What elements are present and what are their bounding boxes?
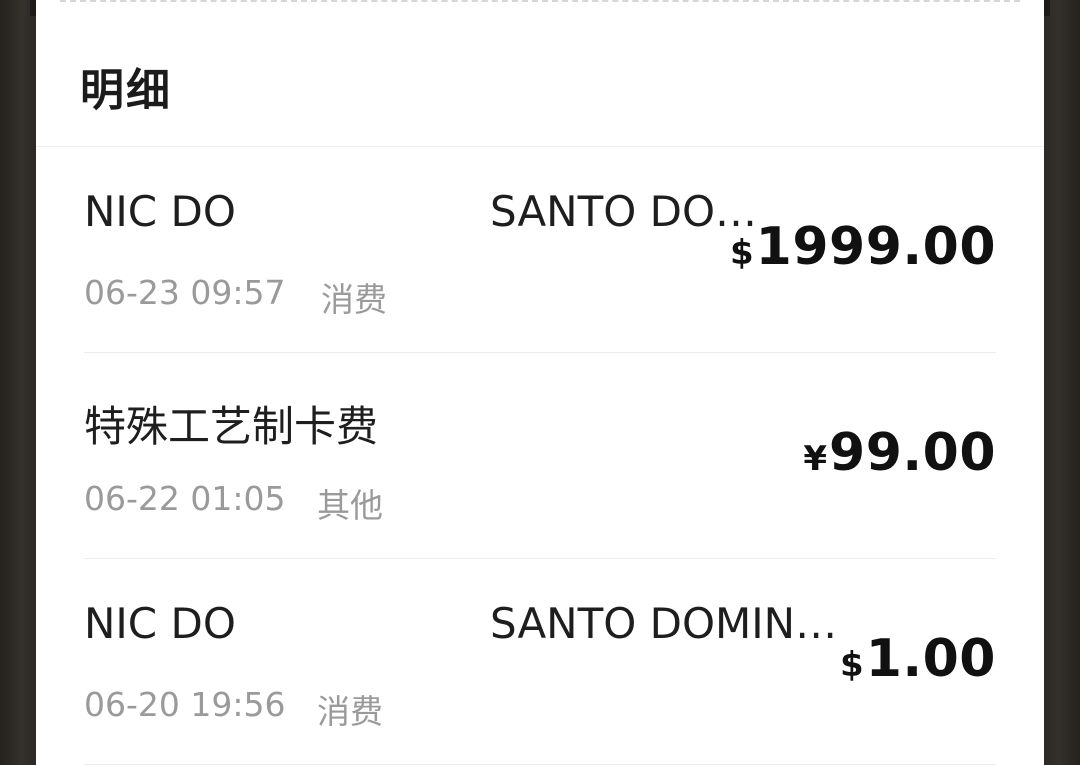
transaction-row[interactable]: NIC DO SANTO DO… 06-23 09:57 消费 $1999.00 [84,147,996,353]
amount-value: 99.00 [829,423,996,483]
transaction-datetime: 06-20 19:56 [84,685,286,724]
transaction-type: 其他 [317,486,383,525]
right-background-edge [1044,0,1080,765]
transaction-type: 消费 [321,280,387,319]
transaction-amount: $1.00 [840,629,996,689]
transaction-row[interactable]: 特殊工艺制卡费 06-22 01:05 其他 ¥99.00 [84,353,996,559]
transaction-merchant: NIC DO [84,599,236,648]
transaction-type: 消费 [317,692,383,731]
transaction-merchant: 特殊工艺制卡费 [84,402,379,451]
perforation-divider [60,0,1020,2]
amount-value: 1999.00 [755,217,996,277]
currency-symbol: $ [729,233,754,273]
transaction-datetime: 06-23 09:57 [84,273,286,312]
transaction-row[interactable]: NIC DO SANTO DOMIN… 06-20 19:56 消费 $1.00 [84,559,996,765]
transaction-location: SANTO DOMIN… [490,599,838,648]
transaction-location: SANTO DO… [490,187,758,236]
transaction-datetime: 06-22 01:05 [84,479,286,518]
left-background-edge [0,0,36,765]
transaction-amount: ¥99.00 [803,423,996,483]
transaction-amount: $1999.00 [730,217,996,277]
transaction-merchant: NIC DO [84,187,236,236]
currency-symbol: ¥ [803,439,828,479]
section-title: 明细 [80,65,172,116]
transaction-details-panel: 明细 NIC DO SANTO DO… 06-23 09:57 消费 $1999… [36,0,1044,765]
amount-value: 1.00 [865,629,996,689]
currency-symbol: $ [840,645,864,685]
